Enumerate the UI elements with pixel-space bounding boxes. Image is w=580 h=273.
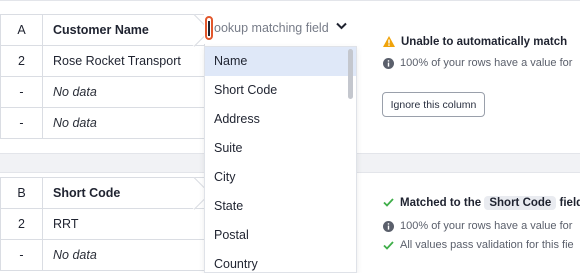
dropdown-scrollbar[interactable] bbox=[348, 49, 353, 99]
dropdown-option[interactable]: Name bbox=[205, 47, 356, 76]
fill-rate-text: 100% of your rows have a value for bbox=[400, 220, 573, 232]
dropdown-option[interactable]: City bbox=[205, 163, 356, 192]
column-letter: B bbox=[0, 177, 43, 209]
lookup-placeholder: ookup matching field bbox=[214, 21, 329, 35]
matched-field-badge: Short Code bbox=[484, 196, 557, 210]
column-header-row: A Customer Name bbox=[0, 14, 205, 46]
row-number: - bbox=[0, 107, 43, 139]
dropdown-option[interactable]: Postal bbox=[205, 221, 356, 250]
column-a-preview: A Customer Name 2 Rose Rocket Transport … bbox=[0, 14, 205, 139]
status-title: Unable to automatically match bbox=[401, 36, 568, 48]
column-b-preview: B Short Code 2 RRT - No data bbox=[0, 177, 205, 271]
column-header-row: B Short Code bbox=[0, 177, 205, 209]
chevron-down-icon[interactable] bbox=[336, 22, 347, 30]
dropdown-option[interactable]: State bbox=[205, 192, 356, 221]
check-icon bbox=[383, 198, 394, 208]
validation-status: All values pass validation for this fie bbox=[383, 239, 574, 251]
match-status: Matched to the Short Code field. bbox=[383, 196, 580, 210]
info-icon bbox=[383, 57, 394, 69]
field-options-dropdown: Name Short Code Address Suite City State… bbox=[204, 46, 357, 273]
table-row: 2 RRT bbox=[0, 208, 205, 240]
table-row: - No data bbox=[0, 239, 205, 271]
fill-rate-text: 100% of your rows have a value for bbox=[400, 57, 573, 69]
cell-value: No data bbox=[42, 76, 205, 108]
column-letter: A bbox=[0, 14, 43, 46]
table-row: 2 Rose Rocket Transport bbox=[0, 45, 205, 77]
row-number: 2 bbox=[0, 208, 43, 240]
cell-value: No data bbox=[42, 107, 205, 139]
warning-icon bbox=[383, 36, 395, 48]
status-title-prefix: Matched to the bbox=[400, 197, 482, 209]
cell-value: Rose Rocket Transport bbox=[42, 45, 205, 77]
fill-rate: 100% of your rows have a value for bbox=[383, 57, 572, 69]
match-status: Unable to automatically match bbox=[383, 36, 567, 48]
dropdown-option[interactable]: Suite bbox=[205, 134, 356, 163]
info-icon bbox=[383, 220, 394, 232]
cell-value: RRT bbox=[42, 208, 205, 240]
cell-value: No data bbox=[42, 239, 205, 271]
row-number: - bbox=[0, 76, 43, 108]
table-row: - No data bbox=[0, 107, 205, 139]
check-icon bbox=[383, 240, 394, 250]
validation-text: All values pass validation for this fie bbox=[400, 239, 574, 251]
text-cursor bbox=[208, 21, 210, 36]
fill-rate: 100% of your rows have a value for bbox=[383, 220, 572, 232]
row-number: - bbox=[0, 239, 43, 271]
dropdown-option[interactable]: Country bbox=[205, 250, 356, 272]
table-row: - No data bbox=[0, 76, 205, 108]
dropdown-option[interactable]: Short Code bbox=[205, 76, 356, 105]
ignore-column-button[interactable]: Ignore this column bbox=[382, 92, 485, 117]
dropdown-option[interactable]: Address bbox=[205, 105, 356, 134]
status-title-suffix: field. bbox=[559, 197, 580, 209]
row-number: 2 bbox=[0, 45, 43, 77]
